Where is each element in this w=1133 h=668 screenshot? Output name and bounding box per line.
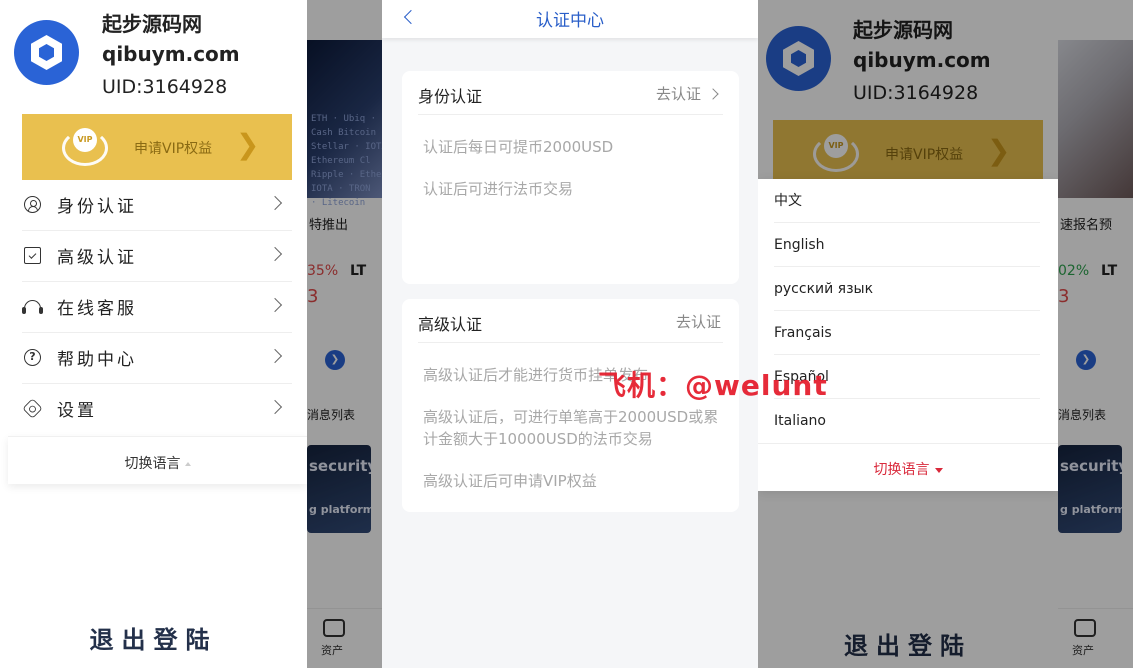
menu-item-label: 设置 [57,401,97,421]
language-option-fr[interactable]: Français [774,311,1040,355]
language-option-en[interactable]: English [774,223,1040,267]
menu-item-settings[interactable]: 设置 [22,384,292,435]
gear-icon [22,398,43,419]
headset-icon [22,300,43,314]
chevron-right-icon [267,297,283,313]
person-icon [24,196,41,213]
overlay-dim[interactable] [307,0,382,668]
benefit-line: 高级认证后，可进行单笔高于2000USD或累计金额大于10000USD的法币交易 [423,408,719,448]
identity-auth-card: 身份认证 去认证 认证后每日可提币2000USD 认证后可进行法币交易 [402,71,739,284]
question-icon: ? [24,349,41,366]
background-app-left: ETH · Ubiq · Lisk Cash Bitcoin · NEM Ste… [307,0,382,668]
profile-name: 起步源码网 [102,12,202,36]
auth-header: 认证中心 [382,0,758,38]
benefit-line: 认证后每日可提币2000USD [423,138,614,156]
side-drawer: 起步源码网 qibuym.com UID:3164928 VIP 申请VIP权益… [0,0,307,668]
menu-item-advanced[interactable]: 高级认证 [22,231,292,282]
drawer-menu: 身份认证 高级认证 在线客服 ? 帮助中心 设置 [22,180,292,435]
watermark-text: 飞机：@welunt [598,369,828,402]
chevron-right-icon: ❯ [236,128,260,161]
menu-item-support[interactable]: 在线客服 [22,282,292,333]
auth-center-page: 认证中心 身份认证 去认证 认证后每日可提币2000USD 认证后可进行法币交易… [382,0,758,668]
menu-item-label: 帮助中心 [57,350,137,370]
language-switch-label: 切换语言 [874,459,943,479]
identity-verify-link[interactable]: 去认证 [656,83,701,104]
caret-up-icon [184,462,191,466]
language-switch-label: 切换语言 [8,453,307,473]
vip-apply-button[interactable]: VIP 申请VIP权益 ❯ [22,114,292,180]
language-option-ru[interactable]: русский язык [774,267,1040,311]
caret-down-icon [934,467,943,473]
side-drawer-language: 起步源码网 qibuym.com UID:3164928 VIP 申请VIP权益… [758,0,1058,668]
advanced-auth-card: 高级认证 去认证 高级认证后才能进行货币挂单发布 高级认证后，可进行单笔高于20… [402,299,739,512]
advanced-verify-link[interactable]: 去认证 [676,311,721,332]
menu-item-label: 在线客服 [57,299,137,319]
card-title: 高级认证 [418,315,483,334]
vip-apply-label: 申请VIP权益 [134,141,213,157]
menu-item-label: 高级认证 [57,248,137,268]
menu-item-identity[interactable]: 身份认证 [22,180,292,231]
card-title: 身份认证 [418,87,483,106]
card-header: 身份认证 去认证 [418,71,723,115]
language-switch-button[interactable]: 切换语言 [758,443,1058,491]
chevron-right-icon [267,246,283,262]
page-title: 认证中心 [536,11,604,31]
menu-item-label: 身份认证 [57,197,137,217]
chevron-right-icon [267,195,283,211]
chevron-right-icon [267,348,283,364]
benefit-line: 高级认证后可申请VIP权益 [423,472,597,490]
logout-button[interactable]: 退出登陆 [0,620,307,655]
language-switch-button[interactable]: 切换语言 [8,436,307,484]
chevron-right-icon [707,88,719,100]
overlay-dim[interactable] [1058,0,1133,668]
menu-item-help[interactable]: ? 帮助中心 [22,333,292,384]
certificate-icon [24,247,41,264]
benefit-line: 认证后可进行法币交易 [423,180,574,198]
language-panel: 中文 English русский язык Français Español… [758,179,1058,491]
background-app-right: 速报名预 02% LT 3 ❯ 消息列表 security g platform… [1058,0,1133,668]
card-header: 高级认证 去认证 [418,299,723,343]
app-logo-icon [14,20,79,85]
language-option-it[interactable]: Italiano [774,399,1040,443]
language-option-zh[interactable]: 中文 [774,179,1040,223]
chevron-right-icon [267,399,283,415]
vip-badge-icon: VIP [60,124,110,166]
profile-uid: UID:3164928 [102,76,228,98]
profile-domain: qibuym.com [102,42,240,66]
